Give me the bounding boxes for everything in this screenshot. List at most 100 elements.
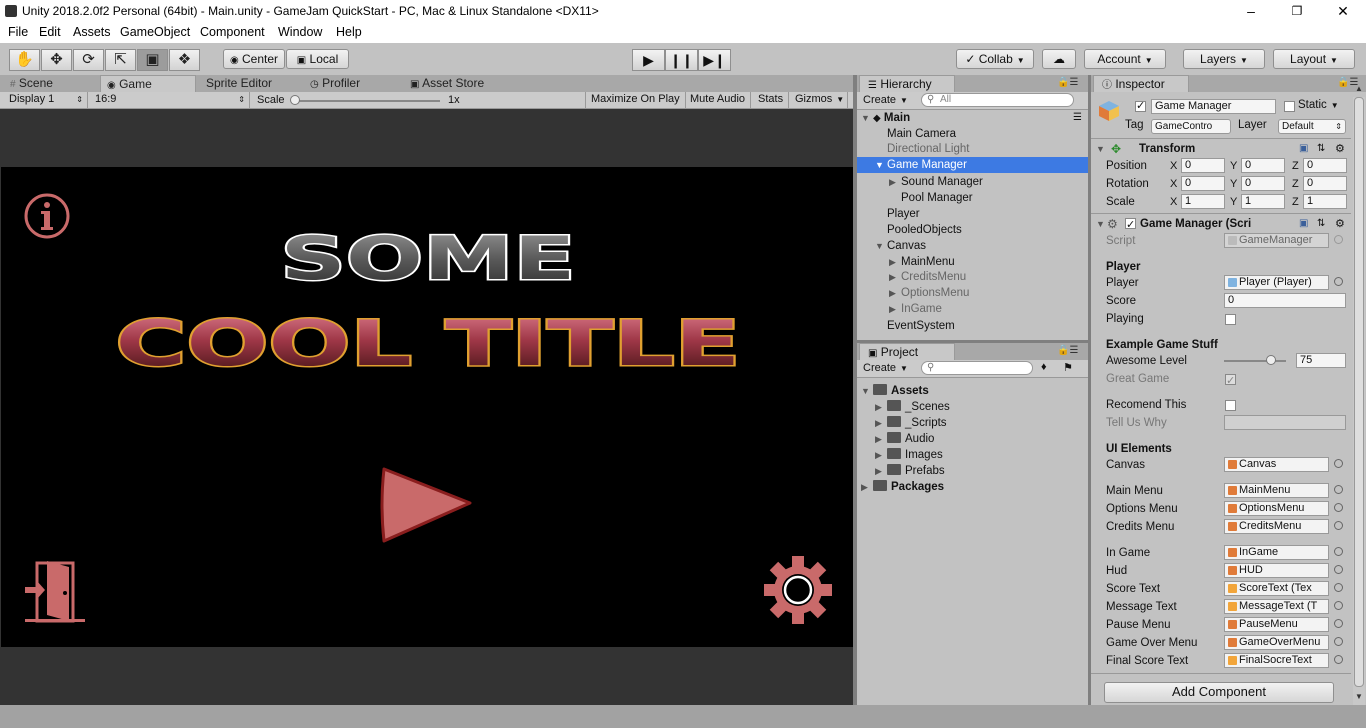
hierarchy-create-button[interactable]: Create ▼ bbox=[863, 93, 908, 108]
project-search-input[interactable]: ⚲ bbox=[921, 361, 1033, 375]
menu-edit[interactable]: Edit bbox=[39, 25, 61, 39]
player-object-field[interactable]: Player (Player) bbox=[1224, 275, 1329, 290]
project-folder-row[interactable]: ▶ _Scenes bbox=[857, 399, 1088, 415]
static-checkbox[interactable] bbox=[1284, 101, 1295, 112]
ui-ref-field[interactable]: PauseMenu bbox=[1224, 617, 1329, 632]
layer-dropdown[interactable]: Default ⇕ bbox=[1278, 119, 1346, 134]
menu-window[interactable]: Window bbox=[278, 25, 322, 39]
menu-file[interactable]: File bbox=[8, 25, 28, 39]
hierarchy-row[interactable]: ▶ OptionsMenu bbox=[857, 285, 1088, 301]
tab-inspector[interactable]: ⓘ Inspector bbox=[1093, 75, 1189, 92]
inspector-scrollbar-thumb[interactable] bbox=[1354, 97, 1364, 687]
ui-ref-field[interactable]: ScoreText (Tex bbox=[1224, 581, 1329, 596]
hierarchy-row[interactable]: ▶ InGame bbox=[857, 301, 1088, 317]
play-button[interactable]: ▶ bbox=[632, 49, 665, 71]
hierarchy-row[interactable]: Main Camera bbox=[857, 126, 1088, 142]
hierarchy-search-input[interactable]: ⚲ All bbox=[921, 93, 1074, 107]
lock-icon[interactable]: 🔒☰ bbox=[1057, 345, 1078, 356]
help-icon[interactable]: ▣ bbox=[1299, 140, 1308, 158]
tab-project[interactable]: ▣ Project bbox=[859, 343, 955, 360]
menu-assets[interactable]: Assets bbox=[73, 25, 111, 39]
hierarchy-row[interactable]: ▼ Canvas bbox=[857, 238, 1088, 254]
aspect-dropdown[interactable]: 16:9 ⇕ bbox=[90, 92, 250, 108]
game-view[interactable]: SOME COOL TITLE bbox=[0, 109, 853, 705]
scale-tool-icon[interactable]: ⇱ bbox=[105, 49, 136, 71]
position-x-field[interactable]: 0 bbox=[1181, 158, 1225, 173]
project-packages-row[interactable]: ▶ Packages bbox=[857, 479, 1088, 495]
lock-icon[interactable]: 🔒☰ bbox=[1057, 77, 1078, 88]
maximize-on-play-toggle[interactable]: Maximize On Play bbox=[585, 92, 686, 108]
object-picker-icon[interactable] bbox=[1334, 485, 1343, 494]
display-dropdown[interactable]: Display 1 ⇕ bbox=[4, 92, 88, 108]
collab-dropdown[interactable]: ✓ Collab ▼ bbox=[956, 49, 1034, 69]
tag-dropdown[interactable]: GameContro bbox=[1151, 119, 1231, 134]
menu-help[interactable]: Help bbox=[336, 25, 362, 39]
minimize-button[interactable]: – bbox=[1228, 0, 1274, 23]
ui-ref-field[interactable]: Canvas bbox=[1224, 457, 1329, 472]
gamemanager-component-header[interactable]: ▼ ⚙ ✓ Game Manager (Scri ▣ ⇅ ⚙ bbox=[1091, 215, 1351, 233]
preset-icon[interactable]: ⇅ bbox=[1317, 215, 1325, 233]
pivot-local-button[interactable]: ▣ Local bbox=[286, 49, 349, 69]
tab-profiler[interactable]: ◷ Profiler bbox=[304, 75, 366, 92]
hierarchy-row[interactable]: Directional Light bbox=[857, 141, 1088, 157]
scroll-up-icon[interactable]: ▲ bbox=[1355, 84, 1363, 93]
rotation-y-field[interactable]: 0 bbox=[1241, 176, 1285, 191]
tab-hierarchy[interactable]: ☰ Hierarchy bbox=[859, 75, 955, 92]
add-component-button[interactable]: Add Component bbox=[1104, 682, 1334, 703]
object-picker-icon[interactable] bbox=[1334, 521, 1343, 530]
score-field[interactable]: 0 bbox=[1224, 293, 1346, 308]
preset-icon[interactable]: ⇅ bbox=[1317, 140, 1325, 158]
rect-tool-icon[interactable]: ▣ bbox=[137, 49, 168, 71]
rotate-tool-icon[interactable]: ⟳ bbox=[73, 49, 104, 71]
awesome-level-slider-handle[interactable] bbox=[1265, 355, 1276, 365]
position-y-field[interactable]: 0 bbox=[1241, 158, 1285, 173]
play-triangle-icon[interactable] bbox=[376, 463, 478, 547]
hierarchy-row[interactable]: ▶ CreditsMenu bbox=[857, 269, 1088, 285]
hierarchy-row[interactable]: Player bbox=[857, 206, 1088, 222]
ui-ref-field[interactable]: OptionsMenu bbox=[1224, 501, 1329, 516]
object-picker-icon[interactable] bbox=[1334, 655, 1343, 664]
ui-ref-field[interactable]: MessageText (T bbox=[1224, 599, 1329, 614]
filter-type-icon[interactable]: ♦ bbox=[1041, 361, 1047, 373]
help-icon[interactable]: ▣ bbox=[1299, 215, 1308, 233]
hierarchy-row[interactable]: PooledObjects bbox=[857, 222, 1088, 238]
info-icon[interactable] bbox=[21, 190, 73, 242]
object-picker-icon[interactable] bbox=[1334, 583, 1343, 592]
cloud-button[interactable]: ☁ bbox=[1042, 49, 1076, 69]
awesome-level-field[interactable]: 75 bbox=[1296, 353, 1346, 368]
static-dropdown[interactable]: Static ▼ bbox=[1298, 99, 1339, 111]
step-button[interactable]: ▶❙ bbox=[698, 49, 731, 71]
filter-label-icon[interactable]: ⚑ bbox=[1063, 361, 1073, 374]
menu-component[interactable]: Component bbox=[200, 25, 265, 39]
awesome-level-slider[interactable] bbox=[1224, 360, 1286, 362]
ui-ref-field[interactable]: MainMenu bbox=[1224, 483, 1329, 498]
scroll-down-icon[interactable]: ▼ bbox=[1355, 692, 1363, 701]
layers-dropdown[interactable]: Layers ▼ bbox=[1183, 49, 1265, 69]
pause-button[interactable]: ❙❙ bbox=[665, 49, 698, 71]
ui-ref-field[interactable]: HUD bbox=[1224, 563, 1329, 578]
hierarchy-row-selected[interactable]: ▼ Game Manager bbox=[857, 157, 1088, 173]
object-picker-icon[interactable] bbox=[1334, 503, 1343, 512]
scene-menu-icon[interactable]: ☰ bbox=[1073, 110, 1082, 126]
object-picker-icon[interactable] bbox=[1334, 459, 1343, 468]
project-folder-row[interactable]: ▶ Audio bbox=[857, 431, 1088, 447]
object-picker-icon[interactable] bbox=[1334, 277, 1343, 286]
restore-button[interactable]: ❐ bbox=[1274, 0, 1320, 23]
layout-dropdown[interactable]: Layout ▼ bbox=[1273, 49, 1355, 69]
component-settings-icon[interactable]: ⚙ bbox=[1335, 215, 1345, 233]
component-enabled-checkbox[interactable]: ✓ bbox=[1125, 218, 1136, 231]
transform-header[interactable]: ▼ ✥ Transform ▣ ⇅ ⚙ bbox=[1091, 140, 1351, 158]
exit-door-icon[interactable] bbox=[21, 559, 87, 625]
tab-game[interactable]: ◉ Game bbox=[100, 75, 196, 92]
project-create-button[interactable]: Create ▼ bbox=[863, 361, 908, 376]
object-picker-icon[interactable] bbox=[1334, 637, 1343, 646]
ui-ref-field[interactable]: InGame bbox=[1224, 545, 1329, 560]
game-canvas[interactable]: SOME COOL TITLE bbox=[1, 167, 853, 647]
move-tool-icon[interactable]: ✥ bbox=[41, 49, 72, 71]
close-button[interactable]: ✕ bbox=[1320, 0, 1366, 23]
stats-toggle[interactable]: Stats bbox=[753, 92, 790, 108]
menu-gameobject[interactable]: GameObject bbox=[120, 25, 190, 39]
object-name-input[interactable]: Game Manager bbox=[1151, 99, 1276, 114]
project-assets-row[interactable]: ▼ Assets bbox=[857, 383, 1088, 399]
hierarchy-row[interactable]: ▶ MainMenu bbox=[857, 254, 1088, 270]
